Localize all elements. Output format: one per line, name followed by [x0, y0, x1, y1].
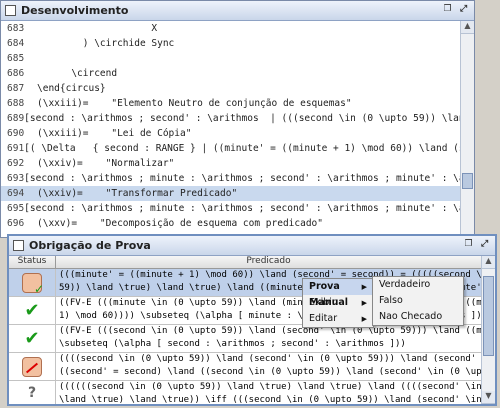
checkmark-icon: ✔: [24, 300, 40, 321]
code-line[interactable]: 691[( \Delta { second : RANGE } | ((minu…: [1, 141, 460, 156]
line-text: (\xxiii)= "Elemento Neutro de conjunção …: [37, 98, 352, 109]
question-icon: ?: [27, 384, 37, 401]
proof-scrollbar[interactable]: ▲ ▼: [481, 256, 495, 404]
code-line[interactable]: 688 (\xxiii)= "Elemento Neutro de conjunç…: [1, 96, 460, 111]
code-line[interactable]: 696 (\xxv)= "Decomposição de esquema com …: [1, 216, 460, 231]
status-cell: [9, 269, 56, 296]
line-number: 690: [7, 128, 25, 139]
maximize-icon[interactable]: ⤢: [478, 239, 491, 252]
code-line[interactable]: 689 [second : \arithmos ; second' : \arit…: [1, 111, 460, 126]
predicate-text: ((second' = second) \land ((second \in (…: [59, 367, 481, 377]
checkmark-icon: ✔: [24, 328, 40, 349]
line-number: 686: [7, 68, 25, 79]
status-cell: ?: [9, 381, 56, 404]
scroll-up-icon[interactable]: ▲: [482, 256, 495, 269]
predicate-column-header[interactable]: Predicado: [56, 256, 481, 268]
predicate-text: ((((second \in (0 \upto 59)) \land (seco…: [59, 354, 481, 364]
context-menu: Prova Manual ▶ Exibir ▶ Editar ▶: [302, 278, 374, 328]
line-text: (\xxiv)= "Normalizar": [37, 158, 175, 169]
line-number: 685: [7, 53, 25, 64]
status-cell: ✔: [9, 297, 56, 324]
line-text: [second : \arithmos ; second' : \arithmo…: [24, 113, 460, 124]
window-icon: [13, 240, 24, 251]
table-row[interactable]: ✔ ((FV-E (((second \in (0 \upto 59)) \lan…: [9, 325, 481, 353]
line-number: 687: [7, 83, 25, 94]
code-line[interactable]: 684 ) \circhide Sync: [1, 36, 460, 51]
scroll-up-icon[interactable]: ▲: [461, 21, 474, 34]
menu-item-prova-manual[interactable]: Prova Manual ▶: [303, 279, 373, 308]
line-text: \end{circus}: [37, 83, 106, 94]
code-editor[interactable]: 683 X 684 ) \circhide Sync 685 686 \circend…: [1, 21, 460, 237]
line-text: (\xxiv)= "Transformar Predicado": [37, 188, 238, 199]
line-number: 683: [7, 23, 25, 34]
scroll-down-icon[interactable]: ▼: [482, 391, 495, 404]
menu-item-label: Prova Manual: [309, 281, 349, 308]
window-icon: [5, 5, 16, 16]
predicate-cell: ((FV-E (((second \in (0 \upto 59)) \land…: [56, 325, 481, 352]
status-cell: ✔: [9, 325, 56, 352]
line-number: 684: [7, 38, 25, 49]
code-line[interactable]: 685: [1, 51, 460, 66]
menu-item-editar[interactable]: Editar ▶: [303, 311, 373, 327]
editor-scrollbar[interactable]: ▲: [460, 21, 474, 237]
scroll-thumb[interactable]: [462, 173, 473, 189]
line-number: 689: [7, 113, 25, 124]
line-number: 695: [7, 203, 25, 214]
restore-icon[interactable]: ❐: [441, 4, 454, 17]
code-line[interactable]: 692 (\xxiv)= "Normalizar": [1, 156, 460, 171]
proof-titlebar[interactable]: Obrigação de Prova ❐ ⤢: [9, 236, 495, 256]
line-text: [second : \arithmos ; minute : \arithmos…: [24, 203, 460, 214]
status-cell: [9, 353, 56, 380]
line-number: 694: [7, 188, 25, 199]
line-number: 693: [7, 173, 25, 184]
submenu-arrow-icon: ▶: [361, 315, 367, 323]
manual-proof-ok-icon: [22, 272, 44, 296]
line-number: 688: [7, 98, 25, 109]
predicate-cell: ((((second \in (0 \upto 59)) \land (seco…: [56, 353, 481, 380]
submenu-arrow-icon: ▶: [361, 283, 367, 291]
predicate-text: \land \true) \land \true)) \iff (((secon…: [59, 395, 481, 404]
maximize-icon[interactable]: ⤢: [457, 4, 470, 17]
code-line[interactable]: 686 \circend: [1, 66, 460, 81]
line-number: 696: [7, 218, 25, 229]
line-text: [( \Delta { second : RANGE } | ((minute'…: [24, 143, 460, 154]
line-text: X: [37, 23, 158, 34]
predicate-text: \subseteq (\alpha [ second : \arithmos ;…: [59, 339, 406, 349]
predicate-text: ((((((second \in (0 \upto 59)) \land \tr…: [59, 382, 481, 392]
status-column-header[interactable]: Status: [9, 256, 56, 268]
window-title: Obrigação de Prova: [29, 239, 151, 252]
line-text: ) \circhide Sync: [37, 38, 175, 49]
predicate-text: ((FV-E (((second \in (0 \upto 59)) \land…: [59, 326, 481, 336]
predicate-cell: ((((((second \in (0 \upto 59)) \land \tr…: [56, 381, 481, 404]
table-header: Status Predicado: [9, 256, 481, 269]
development-titlebar[interactable]: Desenvolvimento ❐ ⤢: [1, 1, 474, 21]
code-line[interactable]: 693 [second : \arithmos ; minute : \arith…: [1, 171, 460, 186]
line-text: [37, 51, 460, 66]
manual-proof-failed-icon: [22, 356, 42, 377]
submenu-item-verdadeiro[interactable]: Verdadeiro: [373, 277, 463, 293]
submenu-arrow-icon: ▶: [361, 299, 367, 307]
submenu: Verdadeiro Falso Nao Checado: [372, 276, 464, 326]
table-row[interactable]: ? ((((((second \in (0 \upto 59)) \land \t…: [9, 381, 481, 404]
code-line[interactable]: 695 [second : \arithmos ; minute : \arith…: [1, 201, 460, 216]
code-line[interactable]: 687 \end{circus}: [1, 81, 460, 96]
line-text: [second : \arithmos ; minute : \arithmos…: [24, 173, 460, 184]
line-text: (\xxiii)= "Lei de Cópia": [37, 128, 192, 139]
development-window: Desenvolvimento ❐ ⤢ 683 X 684 ) \circhide…: [0, 0, 475, 238]
window-title: Desenvolvimento: [21, 4, 129, 17]
line-text: \circend: [37, 68, 118, 79]
restore-icon[interactable]: ❐: [462, 239, 475, 252]
line-number: 691: [7, 143, 25, 154]
code-line[interactable]: 694 (\xxiv)= "Transformar Predicado": [1, 186, 460, 201]
line-number: 692: [7, 158, 25, 169]
code-line[interactable]: 690 (\xxiii)= "Lei de Cópia": [1, 126, 460, 141]
table-row[interactable]: ((((second \in (0 \upto 59)) \land (seco…: [9, 353, 481, 381]
menu-item-label: Editar: [309, 313, 338, 324]
scroll-thumb[interactable]: [483, 276, 494, 356]
code-line[interactable]: 683 X: [1, 21, 460, 36]
menu-item-label: Exibir: [309, 297, 336, 308]
submenu-item-falso[interactable]: Falso: [373, 293, 463, 309]
line-text: (\xxv)= "Decomposição de esquema com pre…: [37, 218, 323, 229]
submenu-item-nao-checado[interactable]: Nao Checado: [373, 309, 463, 325]
